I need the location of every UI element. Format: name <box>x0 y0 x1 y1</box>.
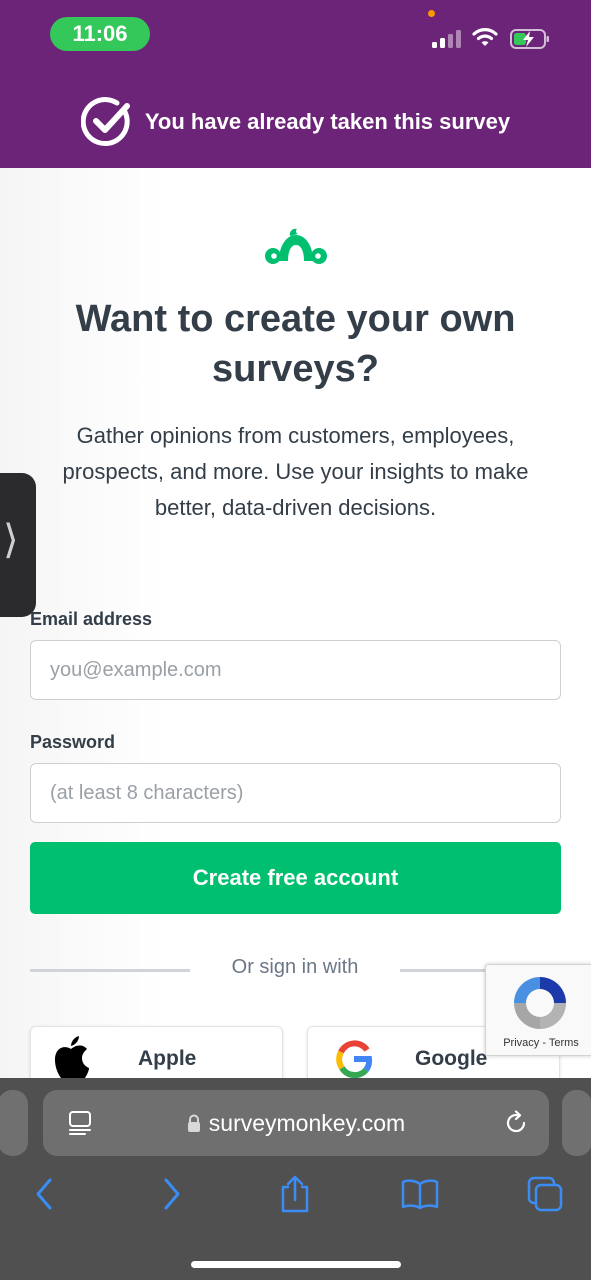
google-label: Google <box>415 1047 488 1070</box>
share-icon <box>281 1175 309 1213</box>
recaptcha-terms-link[interactable]: Terms <box>549 1037 579 1049</box>
google-icon <box>336 1040 373 1078</box>
tabs-icon <box>527 1176 563 1212</box>
email-field[interactable]: you@example.com <box>30 640 561 700</box>
tabs-button[interactable] <box>523 1172 567 1216</box>
chevron-left-icon <box>36 1178 52 1210</box>
password-placeholder: (at least 8 characters) <box>50 781 244 804</box>
back-button[interactable] <box>22 1172 66 1216</box>
password-field[interactable]: (at least 8 characters) <box>30 763 561 823</box>
apple-icon <box>55 1036 89 1082</box>
check-circle-icon <box>80 97 130 147</box>
page-title: Want to create your own surveys? <box>75 298 516 390</box>
side-panel-handle[interactable]: ⟩ <box>0 473 36 617</box>
url-text: surveymonkey.com <box>208 1109 406 1136</box>
divider-right <box>400 969 490 972</box>
recaptcha-separator: - <box>539 1037 549 1049</box>
address-bar[interactable]: surveymonkey.com <box>43 1090 549 1156</box>
share-button[interactable] <box>273 1172 317 1216</box>
create-account-button[interactable]: Create free account <box>30 842 561 914</box>
previous-tab-preview[interactable] <box>0 1090 28 1156</box>
page-description: Gather opinions from customers, employee… <box>62 423 529 520</box>
reload-icon[interactable] <box>503 1110 529 1136</box>
recaptcha-privacy-link[interactable]: Privacy <box>503 1037 539 1049</box>
or-sign-in-text: Or sign in with <box>231 956 359 978</box>
surveymonkey-logo <box>265 228 327 264</box>
email-placeholder: you@example.com <box>50 658 222 681</box>
status-time: 11:06 <box>50 17 150 51</box>
url-display: surveymonkey.com <box>43 1090 549 1156</box>
bookmarks-button[interactable] <box>398 1172 442 1216</box>
recaptcha-badge[interactable]: Privacy - Terms <box>485 964 591 1056</box>
password-label: Password <box>30 732 116 752</box>
status-and-banner: 11:06 You have already taken this survey <box>0 0 591 168</box>
battery-charging-icon <box>510 29 549 49</box>
book-icon <box>401 1179 439 1210</box>
email-label: Email address <box>30 609 153 629</box>
forward-button[interactable] <box>150 1172 194 1216</box>
main-content: Want to create your own surveys? Gather … <box>0 168 591 1096</box>
recaptcha-icon <box>514 977 566 1029</box>
apple-label: Apple <box>138 1047 197 1070</box>
recaptcha-links: Privacy - Terms <box>486 1037 591 1049</box>
divider-left <box>30 969 190 972</box>
cellular-signal-icon <box>432 28 462 48</box>
chevron-right-icon <box>164 1178 180 1210</box>
banner-text: You have already taken this survey <box>144 109 511 134</box>
survey-taken-banner: You have already taken this survey <box>0 92 591 152</box>
lock-icon <box>187 1114 200 1132</box>
next-tab-preview[interactable] <box>562 1090 591 1156</box>
home-indicator <box>191 1261 401 1268</box>
privacy-indicator-dot <box>428 10 435 17</box>
chevron-right-icon: ⟩ <box>3 517 19 563</box>
wifi-icon <box>472 28 498 46</box>
